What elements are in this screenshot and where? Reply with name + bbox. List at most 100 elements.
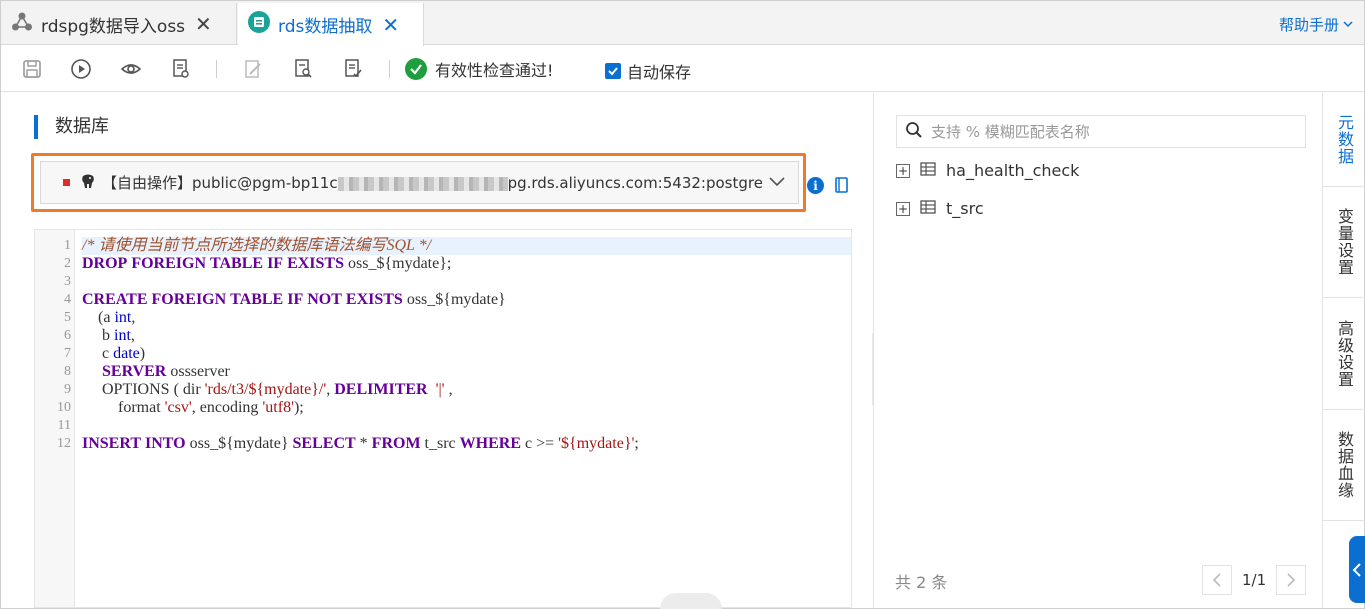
run-icon[interactable] — [70, 58, 92, 80]
book-icon[interactable] — [834, 176, 850, 198]
preview-eye-icon[interactable] — [120, 58, 142, 80]
code-text: format 'csv', encoding 'utf8'); — [82, 399, 304, 416]
save-icon[interactable] — [21, 58, 43, 80]
table-name: ha_health_check — [946, 161, 1080, 180]
code-line[interactable]: 3 — [35, 273, 851, 291]
code-line[interactable]: 5 (a int, — [35, 309, 851, 327]
chevron-down-icon — [1342, 16, 1354, 34]
tab-rds-extract[interactable]: rds数据抽取 ✕ — [238, 3, 424, 46]
line-number: 5 — [64, 310, 71, 325]
line-number: 3 — [64, 274, 71, 289]
node-graph-icon — [11, 11, 33, 38]
table-search-input[interactable]: 支持 % 模糊匹配表名称 — [896, 115, 1306, 148]
checkbox-checked-icon[interactable] — [605, 63, 621, 79]
next-page-button[interactable] — [1276, 565, 1307, 595]
code-text: SERVER ossserver — [102, 363, 230, 380]
table-name: t_src — [946, 199, 984, 218]
total-count: 共 2 条 — [895, 573, 948, 592]
line-number: 11 — [57, 418, 71, 433]
edit-disabled-icon[interactable] — [242, 58, 264, 80]
tab-bar: rdspg数据导入oss ✕ rds数据抽取 ✕ 帮助手册 — [1, 1, 1364, 46]
format-doc-icon[interactable] — [170, 58, 192, 80]
line-number: 1 — [64, 238, 71, 253]
autosave-label: 自动保存 — [627, 63, 692, 82]
line-number: 7 — [64, 346, 71, 361]
table-grid-icon — [920, 161, 936, 180]
toolbar-divider — [389, 60, 390, 78]
autosave-checkbox[interactable]: 自动保存 — [605, 59, 691, 83]
code-line[interactable]: 2 DROP FOREIGN TABLE IF EXISTS oss_${myda… — [35, 255, 851, 273]
side-tab-variables[interactable]: 变量设置 — [1323, 187, 1365, 298]
code-text: c date) — [82, 345, 146, 362]
tab-rdspg-import[interactable]: rdspg数据导入oss ✕ — [1, 3, 237, 45]
code-line[interactable]: 4 CREATE FOREIGN TABLE IF NOT EXISTS oss_… — [35, 291, 851, 309]
code-line[interactable]: 1 /* 请使用当前节点所选择的数据库语法编写SQL */ — [35, 237, 851, 255]
pagination: 1/1 — [1202, 565, 1307, 595]
code-text: (a int, — [82, 309, 136, 326]
line-number: 8 — [64, 364, 71, 379]
line-number: 2 — [64, 256, 71, 271]
status-dot — [63, 179, 70, 186]
expand-plus-icon[interactable]: + — [896, 163, 910, 178]
line-number: 10 — [57, 400, 71, 415]
line-number: 4 — [64, 292, 71, 307]
search-icon — [905, 121, 923, 143]
toolbar-divider — [216, 60, 217, 78]
bottom-expand-handle[interactable] — [660, 593, 722, 609]
table-search-icon[interactable] — [293, 58, 315, 80]
expand-plus-icon[interactable]: + — [896, 201, 910, 216]
postgres-elephant-icon — [80, 173, 96, 193]
code-text: OPTIONS ( dir 'rds/t3/${mydate}/', DELIM… — [82, 381, 453, 398]
editor-panel: 数据库 【自由操作】public@pgm-bp11c pg.rds.aliyunc… — [1, 93, 873, 608]
code-line[interactable]: 9 OPTIONS ( dir 'rds/t3/${mydate}/', DEL… — [35, 381, 851, 399]
help-manual-link[interactable]: 帮助手册 — [1279, 14, 1354, 35]
side-tab-advanced[interactable]: 高级设置 — [1323, 298, 1365, 410]
line-number: 9 — [64, 382, 71, 397]
metadata-panel: 支持 % 模糊匹配表名称 + ha_health_check + t_src 共… — [873, 93, 1321, 608]
toolbar: 有效性检查通过! 自动保存 — [1, 46, 1364, 92]
table-tree-item[interactable]: + ha_health_check — [896, 161, 1079, 180]
code-line[interactable]: 7 c date) — [35, 345, 851, 363]
side-collapse-handle[interactable] — [1349, 536, 1365, 603]
help-label: 帮助手册 — [1278, 16, 1339, 34]
side-tab-lineage[interactable]: 数据血缘 — [1323, 410, 1365, 521]
sql-check-icon[interactable] — [343, 58, 365, 80]
chevron-down-icon[interactable] — [768, 173, 786, 195]
database-node-icon — [248, 11, 270, 38]
table-grid-icon — [920, 199, 936, 218]
info-icon[interactable]: i — [807, 177, 824, 194]
database-select-highlight: 【自由操作】public@pgm-bp11c pg.rds.aliyuncs.co… — [31, 153, 806, 212]
close-icon[interactable]: ✕ — [382, 15, 399, 35]
code-lines: 1 /* 请使用当前节点所选择的数据库语法编写SQL */ 2 DROP FOREIG… — [35, 237, 851, 453]
search-placeholder: 支持 % 模糊匹配表名称 — [931, 123, 1090, 141]
redacted-host — [337, 176, 508, 191]
code-text: INSERT INTO oss_${mydate} SELECT * FROM … — [82, 435, 639, 452]
line-number: 12 — [57, 436, 71, 451]
database-connection-text: 【自由操作】public@pgm-bp11c pg.rds.aliyuncs.co… — [102, 172, 762, 193]
side-tab-metadata[interactable]: 元数据 — [1323, 93, 1365, 187]
code-line[interactable]: 11 — [35, 417, 851, 435]
db-text-prefix: 【自由操作】public@pgm-bp11c — [102, 174, 338, 192]
side-tabs: 元数据 变量设置 高级设置 数据血缘 — [1322, 93, 1365, 608]
tab-label: rds数据抽取 — [278, 17, 373, 37]
check-circle-icon — [405, 58, 427, 80]
code-text: DROP FOREIGN TABLE IF EXISTS oss_${mydat… — [82, 255, 452, 272]
page-indicator: 1/1 — [1242, 571, 1267, 589]
database-select[interactable]: 【自由操作】public@pgm-bp11c pg.rds.aliyuncs.co… — [40, 161, 799, 204]
code-text: b int, — [82, 327, 135, 344]
sql-editor[interactable]: 1 /* 请使用当前节点所选择的数据库语法编写SQL */ 2 DROP FOREIG… — [34, 229, 852, 608]
table-tree-item[interactable]: + t_src — [896, 199, 984, 218]
code-line[interactable]: 12 INSERT INTO oss_${mydate} SELECT * FRO… — [35, 435, 851, 453]
prev-page-button[interactable] — [1202, 565, 1232, 595]
code-text: CREATE FOREIGN TABLE IF NOT EXISTS oss_$… — [82, 291, 506, 308]
line-number: 6 — [64, 328, 71, 343]
validation-status: 有效性检查通过! — [405, 57, 553, 81]
close-icon[interactable]: ✕ — [195, 14, 212, 34]
validation-text: 有效性检查通过! — [435, 61, 554, 80]
code-line[interactable]: 6 b int, — [35, 327, 851, 345]
db-text-suffix: pg.rds.aliyuncs.com:5432:postgre — [507, 174, 762, 192]
code-line[interactable]: 10 format 'csv', encoding 'utf8'); — [35, 399, 851, 417]
code-line[interactable]: 8 SERVER ossserver — [35, 363, 851, 381]
